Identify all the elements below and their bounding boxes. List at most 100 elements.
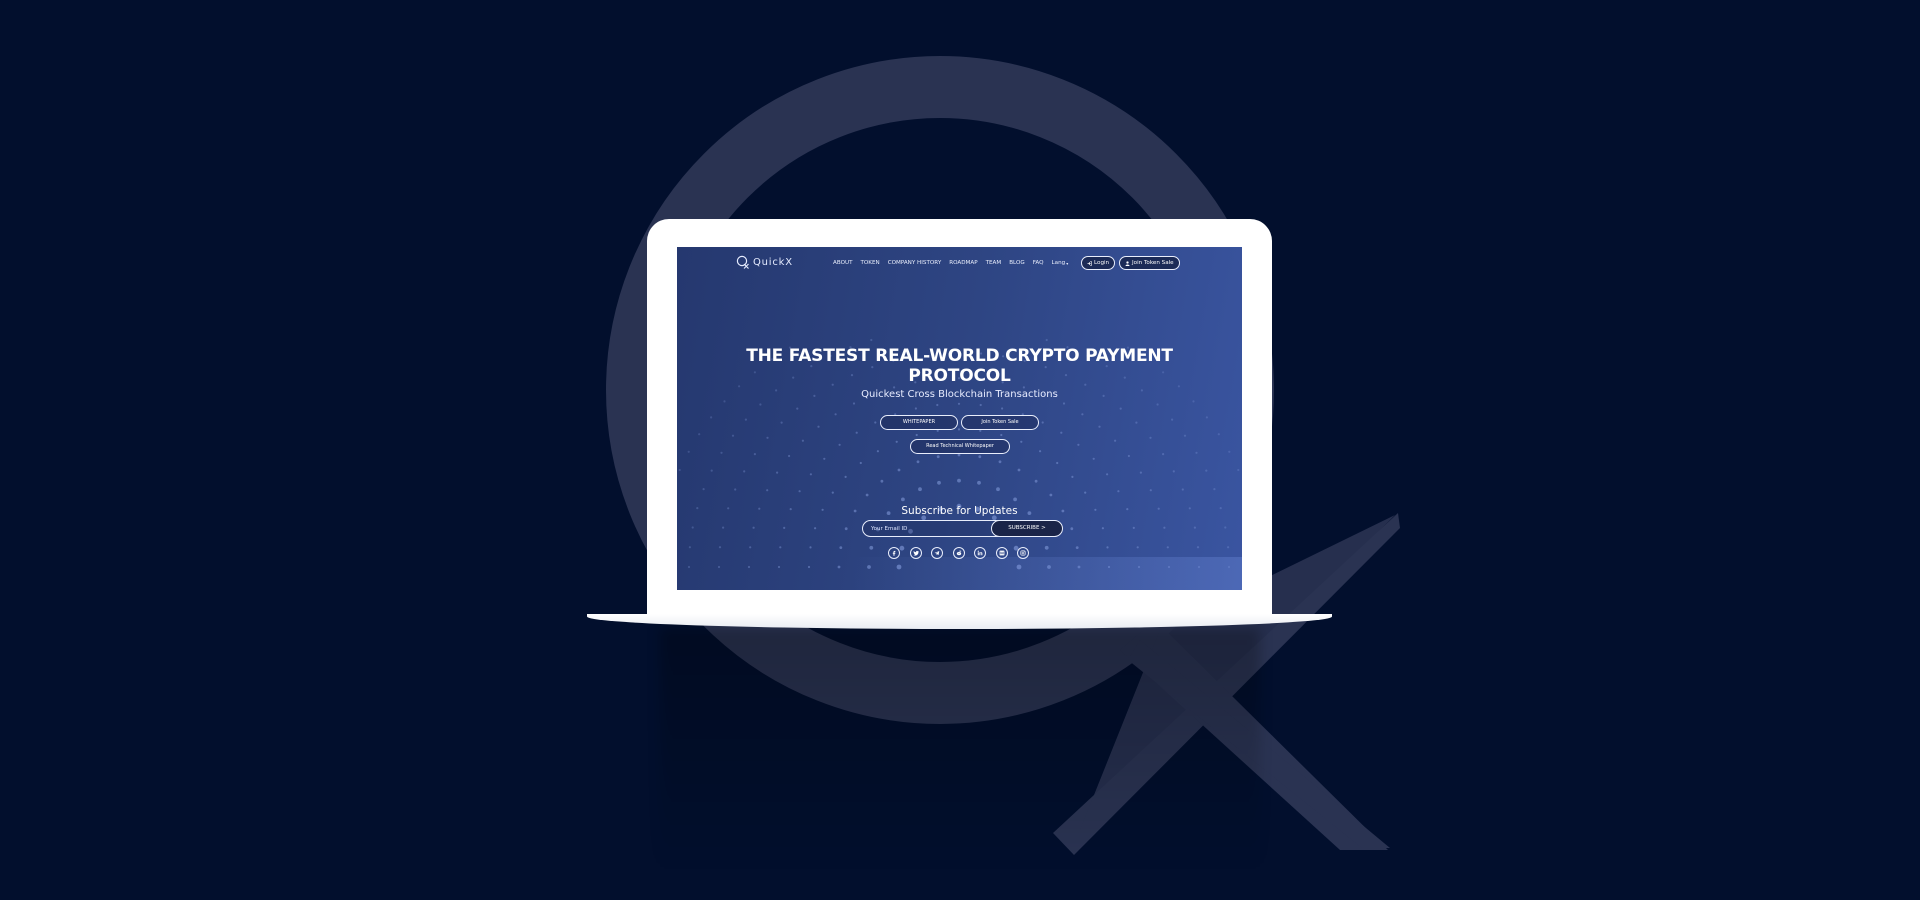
- laptop-shadow: [660, 628, 1260, 868]
- particle-dot: [1039, 450, 1042, 453]
- nav-item-roadmap[interactable]: ROADMAP: [949, 260, 977, 266]
- brand-logo[interactable]: QuickX: [736, 255, 793, 269]
- particle-dot: [1045, 338, 1048, 342]
- twitter-icon[interactable]: [909, 547, 922, 559]
- particle-dot: [880, 479, 884, 483]
- particle-dot: [1077, 443, 1080, 446]
- particle-dot: [918, 487, 922, 492]
- particle-dot: [916, 460, 920, 464]
- particle-dot: [901, 497, 905, 502]
- linkedin-icon[interactable]: [974, 547, 986, 559]
- particle-dot: [834, 413, 837, 416]
- particle-dot: [1156, 403, 1159, 406]
- particle-dot: [743, 470, 746, 473]
- particle-dot: [996, 487, 1000, 492]
- particle-dot: [1060, 431, 1063, 434]
- email-input[interactable]: [871, 523, 981, 534]
- particle-dot: [914, 407, 917, 410]
- social-links: [888, 547, 1029, 559]
- particle-dot: [957, 428, 961, 431]
- particle-dot: [1149, 489, 1152, 492]
- brand-name: QuickX: [753, 256, 793, 268]
- particle-dot: [979, 403, 982, 407]
- particle-dot: [852, 402, 856, 405]
- particle-dot: [710, 469, 713, 472]
- particle-dot: [1117, 490, 1120, 493]
- particle-dot: [814, 527, 817, 530]
- hero-subtitle: Quickest Cross Blockchain Transactions: [861, 389, 1058, 400]
- particle-dot: [1166, 546, 1169, 549]
- technical-whitepaper-button[interactable]: Read Technical Whitepaper: [910, 439, 1010, 454]
- particle-dot: [1106, 546, 1109, 549]
- language-label: Lang: [1051, 260, 1066, 266]
- particle-dot: [957, 402, 961, 405]
- particle-dot: [798, 490, 801, 493]
- particle-dot: [978, 455, 982, 459]
- hero-title: THE FASTEST REAL-WORLD CRYPTO PAYMENT PR…: [746, 346, 1173, 386]
- instagram-icon[interactable]: [1017, 547, 1029, 559]
- medium-icon[interactable]: [995, 547, 1008, 559]
- particle-dot: [1205, 416, 1208, 419]
- nav-item-about[interactable]: ABOUT: [833, 260, 852, 266]
- particle-dot: [979, 429, 982, 432]
- particle-dot: [723, 400, 726, 403]
- user-icon: [1125, 260, 1130, 266]
- particle-dot: [957, 478, 961, 483]
- particle-dot: [1092, 457, 1095, 460]
- login-icon: [1087, 260, 1092, 266]
- nav-menu: ABOUT TOKEN COMPANY HISTORY ROADMAP TEAM…: [833, 260, 1068, 266]
- particle-dot: [766, 436, 769, 439]
- nav-item-team[interactable]: TEAM: [986, 260, 1002, 266]
- particle-dot: [1020, 440, 1023, 443]
- telegram-icon[interactable]: [931, 547, 943, 559]
- particle-dot: [915, 433, 918, 437]
- particle-dot: [1171, 418, 1174, 421]
- quickx-logo-icon: [736, 255, 749, 269]
- particle-dot: [1084, 491, 1087, 494]
- subscribe-button[interactable]: SUBSCRIBE >: [991, 520, 1063, 537]
- login-button[interactable]: Login: [1081, 256, 1116, 270]
- nav-item-faq[interactable]: FAQ: [1033, 260, 1044, 266]
- particle-dots-background: [678, 338, 1240, 570]
- particle-dot: [859, 461, 862, 465]
- particle-dot: [855, 431, 858, 434]
- particle-dot: [749, 546, 752, 549]
- nav-item-blog[interactable]: BLOG: [1009, 260, 1025, 266]
- particle-dot: [753, 453, 756, 456]
- particle-dot: [831, 491, 834, 494]
- particle-dot: [1135, 421, 1138, 424]
- particle-dot: [776, 471, 779, 474]
- particle-dot: [720, 451, 723, 454]
- join-token-sale-nav-button[interactable]: Join Token Sale: [1119, 256, 1180, 270]
- particle-dot: [1034, 479, 1038, 483]
- particle-dot: [876, 450, 879, 453]
- particle-dot: [1098, 425, 1101, 428]
- particle-dot: [1000, 433, 1003, 437]
- facebook-icon[interactable]: [888, 547, 900, 559]
- bottom-glow: [677, 557, 1242, 590]
- particle-dot: [895, 440, 898, 443]
- particle-dot: [957, 453, 961, 457]
- join-token-sale-button[interactable]: Join Token Sale: [961, 415, 1039, 430]
- particle-dot: [809, 546, 812, 549]
- particle-dot: [731, 434, 735, 437]
- particle-dot: [1062, 402, 1066, 405]
- login-label: Login: [1094, 260, 1110, 266]
- particle-dot: [1192, 400, 1195, 403]
- particle-dot: [1213, 488, 1216, 491]
- language-dropdown[interactable]: Lang ▾: [1052, 260, 1069, 266]
- particle-dot: [702, 488, 705, 491]
- particle-dot: [1149, 436, 1152, 439]
- particle-dot: [1081, 413, 1084, 416]
- reddit-icon[interactable]: [952, 547, 965, 559]
- particle-dot: [1075, 546, 1079, 549]
- particle-dot: [688, 546, 691, 549]
- particle-dot: [718, 546, 722, 549]
- whitepaper-button[interactable]: WHITEPAPER: [880, 415, 958, 430]
- particle-dot: [1132, 526, 1135, 529]
- particle-dot: [844, 527, 848, 531]
- nav-item-token[interactable]: TOKEN: [860, 260, 879, 266]
- nav-item-company-history[interactable]: COMPANY HISTORY: [888, 260, 942, 266]
- particle-dot: [1162, 453, 1165, 456]
- particle-dot: [722, 526, 725, 529]
